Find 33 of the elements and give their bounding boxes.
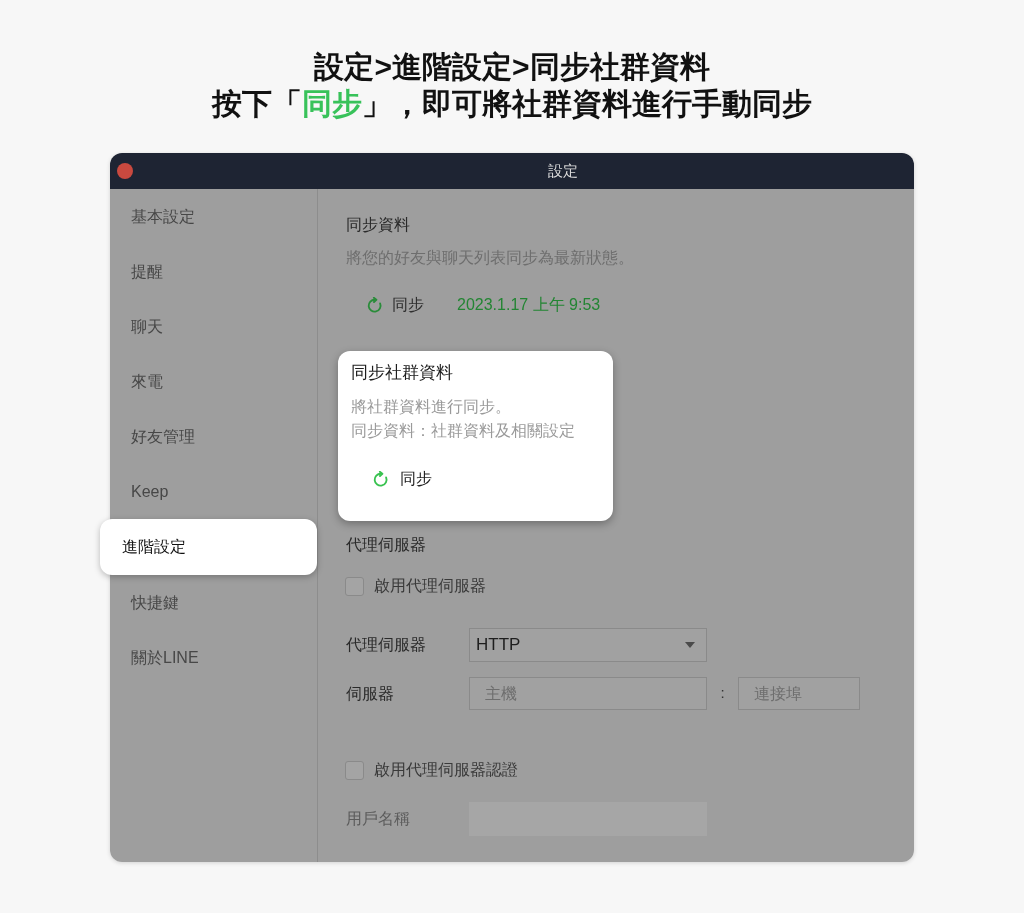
sidebar-item[interactable]: Keep bbox=[110, 464, 318, 519]
sidebar-item[interactable]: 基本設定 bbox=[110, 189, 318, 244]
sidebar-item[interactable]: 好友管理 bbox=[110, 409, 318, 464]
sidebar-item[interactable]: 快捷鍵 bbox=[110, 575, 318, 630]
card-description: 將社群資料進行同步。 bbox=[351, 397, 512, 417]
heading: 按下「同步」，即可將社群資料進行手動同步 bbox=[212, 86, 812, 122]
field-label: 用戶名稱 bbox=[346, 809, 411, 829]
last-sync-time: 2023.1.17 上午 9:53 bbox=[457, 295, 601, 315]
dropdown[interactable]: HTTP bbox=[469, 628, 707, 662]
checkbox[interactable] bbox=[345, 576, 364, 596]
section-title: 代理伺服器 bbox=[346, 535, 426, 555]
separator: : bbox=[719, 683, 726, 704]
card-title: 同步社群資料 bbox=[351, 363, 453, 383]
sidebar-item[interactable]: 進階設定 bbox=[100, 519, 317, 575]
sidebar-item[interactable]: 來電 bbox=[110, 354, 318, 409]
caret-down-icon bbox=[685, 642, 695, 648]
sidebar-item[interactable]: 關於LINE bbox=[110, 630, 318, 685]
window-title: 設定 bbox=[548, 160, 578, 181]
section-title: 同步資料 bbox=[346, 215, 410, 235]
field-label: 伺服器 bbox=[346, 683, 395, 704]
refresh-icon bbox=[366, 296, 383, 314]
field-label: 代理伺服器 bbox=[346, 635, 427, 655]
sync-button[interactable]: 同步 bbox=[366, 293, 424, 317]
refresh-icon bbox=[372, 470, 389, 488]
sidebar-item[interactable]: 提醒 bbox=[110, 244, 318, 299]
checkbox[interactable] bbox=[345, 760, 364, 780]
sidebar-item[interactable]: 聊天 bbox=[110, 299, 318, 354]
close-icon[interactable] bbox=[117, 163, 133, 179]
checkbox-label: 啟用代理伺服器認證 bbox=[374, 760, 518, 780]
sync-button[interactable]: 同步 bbox=[372, 467, 432, 491]
checkbox-label: 啟用代理伺服器 bbox=[374, 576, 486, 596]
card-description: 同步資料：社群資料及相關設定 bbox=[351, 421, 575, 441]
heading: 設定>進階設定>同步社群資料 bbox=[314, 49, 710, 85]
